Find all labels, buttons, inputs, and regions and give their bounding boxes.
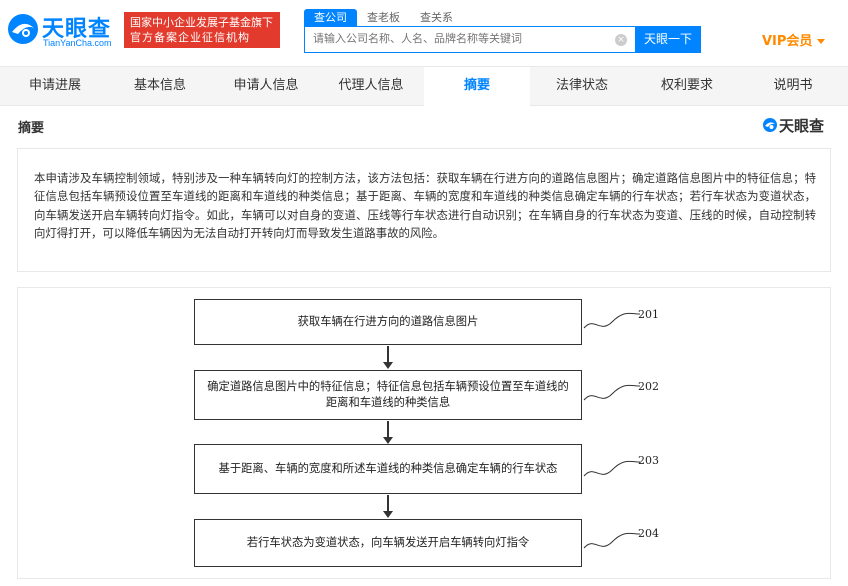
search-input[interactable]: [313, 32, 603, 45]
step-number-201: 201: [638, 308, 659, 321]
arrow-down-icon: [383, 511, 393, 518]
section-brand-text: 天眼查: [779, 117, 825, 135]
arrow-down-icon: [383, 362, 393, 369]
callout-line-204: [583, 532, 641, 549]
search-tab-boss[interactable]: 查老板: [357, 9, 410, 26]
tab-application-progress[interactable]: 申请进展: [2, 67, 108, 105]
abstract-figure: 获取车辆在行进方向的道路信息图片 确定道路信息图片中的特征信息；特征信息包括车辆…: [17, 287, 831, 579]
caret-down-icon: [817, 39, 826, 44]
tab-description[interactable]: 说明书: [740, 67, 846, 105]
callout-line-201: [583, 312, 641, 329]
flow-step-201: 获取车辆在行进方向的道路信息图片: [194, 299, 582, 345]
search-area: 查公司 查老板 查关系 × 天眼一下: [304, 9, 701, 53]
tianyancha-logo[interactable]: 天眼查 TianYanCha.com: [6, 10, 118, 50]
tab-basic-info[interactable]: 基本信息: [107, 67, 213, 105]
top-header: 天眼查 TianYanCha.com 国家中小企业发展子基金旗下 官方备案企业征…: [0, 0, 848, 64]
flow-arrow: [387, 421, 389, 438]
flow-arrow: [387, 346, 389, 363]
search-tab-company[interactable]: 查公司: [304, 9, 357, 26]
badge-line-1: 国家中小企业发展子基金旗下: [130, 16, 273, 29]
search-button[interactable]: 天眼一下: [635, 26, 701, 53]
brand-eye-icon: [763, 118, 777, 132]
tab-claims[interactable]: 权利要求: [634, 67, 740, 105]
callout-line-203: [583, 460, 641, 477]
clear-icon[interactable]: ×: [615, 34, 627, 46]
official-badge: 国家中小企业发展子基金旗下 官方备案企业征信机构: [124, 12, 280, 48]
tab-applicant-info[interactable]: 申请人信息: [213, 67, 319, 105]
logo-mark-icon: [8, 14, 38, 44]
tab-abstract[interactable]: 摘要: [424, 67, 530, 106]
abstract-text: 本申请涉及车辆控制领域，特别涉及一种车辆转向灯的控制方法，该方法包括：获取车辆在…: [34, 171, 816, 241]
arrow-down-icon: [383, 437, 393, 444]
step-number-203: 203: [638, 454, 659, 467]
section-title: 摘要: [18, 121, 45, 136]
logo-text-en: TianYanCha.com: [43, 38, 112, 48]
search-tabs: 查公司 查老板 查关系: [304, 9, 463, 26]
detail-tab-bar: 申请进展 基本信息 申请人信息 代理人信息 摘要 法律状态 权利要求 说明书: [0, 66, 848, 106]
badge-line-2: 官方备案企业征信机构: [130, 31, 250, 44]
flow-step-203: 基于距离、车辆的宽度和所述车道线的种类信息确定车辆的行车状态: [194, 444, 582, 494]
abstract-box: 本申请涉及车辆控制领域，特别涉及一种车辆转向灯的控制方法，该方法包括：获取车辆在…: [17, 148, 831, 272]
vip-member-menu[interactable]: VIP会员: [762, 30, 826, 49]
search-box: ×: [304, 26, 636, 53]
step-number-202: 202: [638, 380, 659, 393]
flow-step-202: 确定道路信息图片中的特征信息；特征信息包括车辆预设位置至车道线的距离和车道线的种…: [194, 370, 582, 420]
callout-line-202: [583, 384, 641, 401]
step-number-204: 204: [638, 527, 659, 540]
flow-arrow: [387, 495, 389, 512]
tab-agent-info[interactable]: 代理人信息: [318, 67, 424, 105]
search-tab-relation[interactable]: 查关系: [410, 9, 463, 26]
flow-step-204: 若行车状态为变道状态，向车辆发送开启车辆转向灯指令: [194, 519, 582, 567]
vip-label: VIP会员: [762, 34, 813, 49]
tab-legal-status[interactable]: 法律状态: [529, 67, 635, 105]
